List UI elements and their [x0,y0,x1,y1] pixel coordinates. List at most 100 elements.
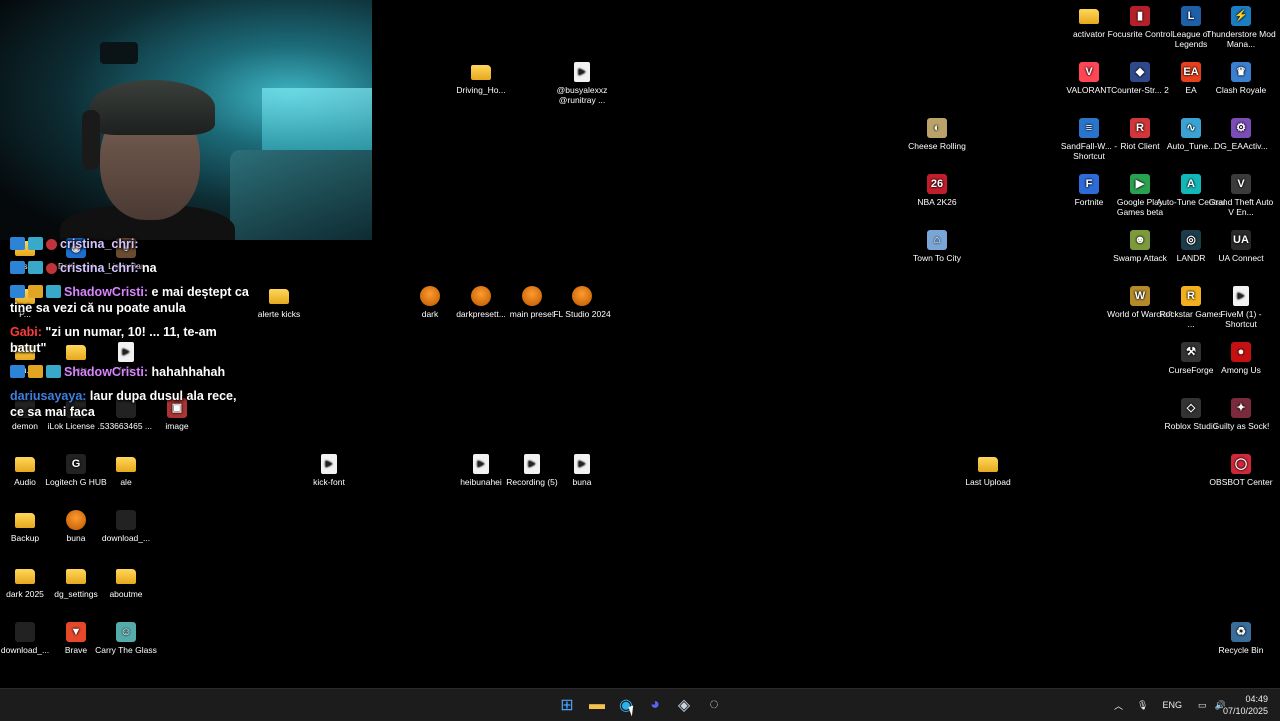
desktop-icon-label: buna [572,477,592,487]
fl-studio-icon [522,286,542,306]
app-icon: V [1231,174,1251,194]
microphone-icon[interactable]: 🎙 [1137,700,1148,711]
app-icon: ◎ [1181,230,1201,250]
app-icon: 26 [927,174,947,194]
chat-username: dariusayaya: [10,389,87,403]
desktop-icon-ale[interactable]: ale [91,454,161,487]
desktop-icon-label: aboutme [109,589,143,599]
app-icon: W [1130,286,1150,306]
desktop-icon-town-to-city[interactable]: ⌂ Town To City [902,230,972,263]
file-icon: ▶ [524,454,540,474]
steam-icon[interactable]: ◈ [673,695,695,715]
language-indicator[interactable]: ENG [1162,700,1182,710]
obs-icon[interactable]: ◌ [703,695,725,715]
file-icon: ▶ [321,454,337,474]
desktop-icon-grand-theft-auto-v-en[interactable]: V Grand Theft Auto V En... [1206,174,1276,217]
desktop-icon-label: UA Connect [1218,253,1264,263]
app-icon: ◯ [1231,454,1251,474]
webcam-overlay [0,0,372,240]
streamer [60,70,235,240]
desktop-icon-obsbot-center[interactable]: ◯ OBSBOT Center [1206,454,1276,487]
desktop-icon-fivem-1-shortcut[interactable]: ▶ FiveM (1) - Shortcut [1206,286,1276,329]
desktop-icon-label: OBSBOT Center [1209,477,1273,487]
desktop-icon-label: @busyalexxz @runitray ... [556,85,608,105]
file-explorer-icon[interactable]: ▬ [586,695,608,715]
chat-username: ShadowCristi: [64,285,149,299]
start-icon[interactable]: ⊞ [556,695,578,715]
folder-icon [471,65,491,80]
clock-time: 04:49 [1245,694,1268,704]
app-icon: ▶ [1130,174,1150,194]
desktop-icon-alerte-kicks[interactable]: alerte kicks [244,286,314,319]
chat-badge-icon [10,365,25,378]
clock[interactable]: 04:49 07/10/2025 [1223,693,1268,717]
desktop-icon-buna[interactable]: ▶ buna [547,454,617,487]
desktop-icon-guilty-as-sock[interactable]: ✦ Guilty as Sock! [1206,398,1276,431]
desktop-icon-label: DG_EAActiv... [1214,141,1268,151]
folder-icon [15,569,35,584]
desktop-icon-dg-eaactiv[interactable]: ⚙ DG_EAActiv... [1206,118,1276,151]
chat-message: cristina_chri: na [10,260,250,276]
desktop-icon-label: Clash Royale [1215,85,1267,95]
chat-username: cristina_chri: [60,237,139,251]
clock-date: 07/10/2025 [1222,706,1268,716]
desktop-icon-aboutme[interactable]: aboutme [91,566,161,599]
desktop-icon-label: Among Us [1221,365,1261,375]
stream-chat-overlay: cristina_chri: cristina_chri: na ShadowCr… [10,236,250,428]
discord-icon[interactable]: ◕ [644,695,666,715]
desktop-icon-cheese-rolling[interactable]: ◐ Cheese Rolling [902,118,972,151]
app-icon: A [1181,174,1201,194]
chat-message: Gabi: "zi un numar, 10! ... 11, te-am ba… [10,324,250,356]
desktop-icon-among-us[interactable]: ● Among Us [1206,342,1276,375]
chat-username: Gabi: [10,325,42,339]
desktop-icon-download[interactable]: download_... [91,510,161,543]
desktop-icon-label: Recycle Bin [1218,645,1264,655]
app-icon: ▮ [1130,6,1150,26]
chat-text: "zi un numar, 10! ... 11, te-am batut" [10,325,217,355]
app-icon: ∿ [1181,118,1201,138]
desktop-icon-carry-the-glass[interactable]: ☺ Carry The Glass [91,622,161,655]
system-tray: ︿ 🎙 ENG ▭ 🔊 [1114,689,1226,721]
app-icon: ● [1231,342,1251,362]
shelf [100,42,138,64]
desktop-icon-kick-font[interactable]: ▶ kick-font [294,454,364,487]
desktop-icon-label: Guilty as Sock! [1212,421,1270,431]
desktop-icon-busyalexxz-runitray[interactable]: ▶ @busyalexxz @runitray ... [547,62,617,105]
chat-message: ShadowCristi: e mai deștept ca tine sa v… [10,284,250,316]
folder-icon [978,457,998,472]
app-icon: F [1079,174,1099,194]
fl-studio-icon [420,286,440,306]
folder-icon [269,289,289,304]
network-icon[interactable]: ▭ [1198,700,1207,711]
file-icon: ▶ [1233,286,1249,306]
desktop-icon-last-upload[interactable]: Last Upload [953,454,1023,487]
chevron-up-icon[interactable]: ︿ [1114,699,1123,712]
desktop-icon-nba-2k26[interactable]: 26 NBA 2K26 [902,174,972,207]
desktop-icon-driving-ho[interactable]: Driving_Ho... [446,62,516,95]
desktop-icon-ua-connect[interactable]: UA UA Connect [1206,230,1276,263]
app-icon: ▼ [66,622,86,642]
app-icon: ✦ [1231,398,1251,418]
desktop-icon-thunderstore-mod-mana[interactable]: ⚡ Thunderstore Mod Mana... [1206,6,1276,49]
chat-badge-icon [46,263,57,274]
desktop-icon-label: Cheese Rolling [908,141,966,151]
fl-studio-icon [471,286,491,306]
folder-icon [116,457,136,472]
desktop-icon-recycle-bin[interactable]: ♻ Recycle Bin [1206,622,1276,655]
file-icon: ▶ [473,454,489,474]
chat-text: hahahhahah [148,365,226,379]
desktop-icon-label: alerte kicks [257,309,301,319]
chat-badge-icon [10,285,25,298]
desktop-icon-fl-studio-2024[interactable]: FL Studio 2024 [547,286,617,319]
app-icon [116,510,136,530]
chat-message: dariusayaya: laur dupa dusul ala rece, c… [10,388,250,420]
folder-icon [15,513,35,528]
desktop-icon-label: download_... [101,533,151,543]
chat-badge-icon [28,285,43,298]
chat-badge-icon [46,365,61,378]
app-icon: ⚙ [1231,118,1251,138]
desktop-icon-label: Grand Theft Auto V En... [1208,197,1274,217]
desktop-icon-clash-royale[interactable]: ♛ Clash Royale [1206,62,1276,95]
desktop-icon-label: Thunderstore Mod Mana... [1206,29,1276,49]
chat-username: cristina_chri: [60,261,139,275]
